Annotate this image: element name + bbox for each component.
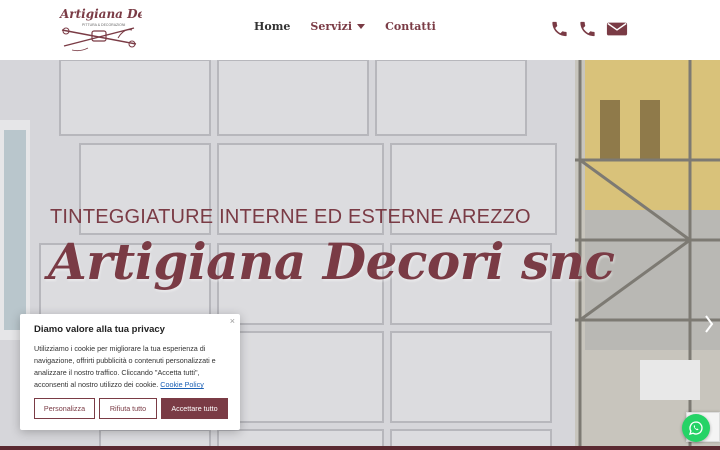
phone-icon[interactable] — [578, 18, 597, 40]
accept-all-button[interactable]: Accettare tutto — [161, 398, 228, 419]
logo-tagline: PITTURA & DECORAZIONI — [82, 23, 125, 27]
section-divider — [0, 446, 720, 450]
cookie-text: Utilizziamo i cookie per migliorare la t… — [34, 343, 230, 391]
customize-button[interactable]: Personalizza — [34, 398, 95, 419]
cookie-banner: × Diamo valore alla tua privacy Utilizzi… — [20, 314, 240, 430]
main-nav: Home Servizi Contatti — [254, 20, 436, 33]
nav-servizi[interactable]: Servizi — [310, 20, 366, 33]
cookie-buttons: Personalizza Rifiuta tutto Accettare tut… — [34, 398, 228, 419]
cookie-title: Diamo valore alla tua privacy — [34, 324, 165, 335]
close-icon[interactable]: × — [230, 316, 235, 326]
nav-home[interactable]: Home — [254, 20, 290, 33]
chevron-down-icon — [357, 24, 366, 29]
logo[interactable]: Artigiana Decori PITTURA & DECORAZIONI — [58, 4, 172, 56]
envelope-icon[interactable] — [606, 18, 628, 40]
nav-contatti-label: Contatti — [385, 20, 436, 33]
cookie-policy-link[interactable]: Cookie Policy — [160, 380, 204, 389]
hero-title: Artigiana Decori snc — [48, 232, 615, 291]
nav-contatti[interactable]: Contatti — [385, 20, 436, 33]
nav-home-label: Home — [254, 20, 291, 33]
header-contact-icons — [550, 18, 628, 40]
reject-all-button[interactable]: Rifiuta tutto — [99, 398, 157, 419]
whatsapp-icon — [689, 421, 703, 435]
hero-subtitle: TINTEGGIATURE INTERNE ED ESTERNE AREZZO — [50, 206, 531, 228]
phone-icon[interactable] — [550, 18, 569, 40]
logo-text: Artigiana Decori — [59, 7, 142, 21]
nav-servizi-label: Servizi — [310, 20, 353, 33]
site-header: Artigiana Decori PITTURA & DECORAZIONI H… — [0, 0, 720, 60]
whatsapp-button[interactable] — [682, 414, 710, 442]
